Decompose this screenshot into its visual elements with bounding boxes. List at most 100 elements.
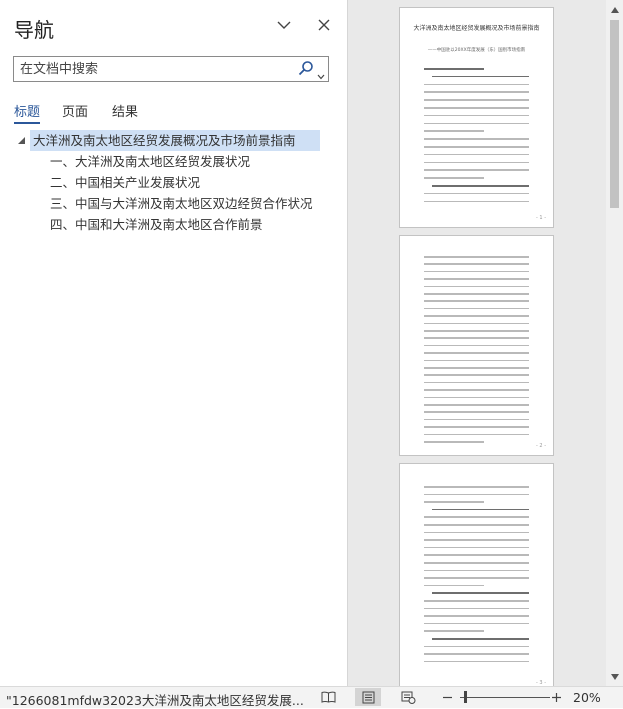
page-thumbnail-3[interactable]: - 3 - [399, 463, 554, 686]
tab-headings[interactable]: 标题 [14, 101, 40, 120]
text-line [424, 200, 529, 203]
page-number: - 2 - [536, 443, 546, 449]
text-line [424, 374, 529, 376]
text-line [424, 256, 529, 258]
heading-item-3[interactable]: 三、中国与大洋洲及南太地区双边经贸合作状况 [50, 193, 313, 214]
search-icon[interactable] [298, 60, 314, 80]
text-line [424, 539, 529, 541]
text-line [424, 615, 529, 617]
text-line [424, 546, 529, 549]
text-line [432, 638, 529, 640]
text-line [424, 381, 529, 384]
text-line [424, 107, 529, 109]
text-line [424, 577, 529, 579]
heading-item-4[interactable]: 四、中国和大洋洲及南太地区合作前景 [50, 214, 263, 235]
zoom-slider-thumb[interactable] [463, 691, 467, 703]
text-line [424, 285, 529, 288]
text-line [424, 630, 484, 632]
page-layout-icon [362, 691, 374, 703]
text-line [424, 344, 529, 347]
text-line [424, 531, 529, 534]
text-line [424, 300, 529, 302]
text-line [424, 600, 529, 602]
text-line [424, 330, 529, 332]
scroll-up-button[interactable] [608, 3, 621, 16]
tab-results[interactable]: 结果 [112, 101, 138, 120]
text-line [424, 192, 529, 195]
text-line [424, 352, 529, 354]
nav-options-button[interactable] [271, 12, 297, 38]
zoom-out-button[interactable] [441, 688, 453, 706]
page-thumbnail-2[interactable]: - 2 - [399, 235, 554, 456]
text-line [424, 91, 529, 93]
close-icon [318, 19, 330, 31]
text-line [424, 607, 529, 610]
scroll-thumb[interactable] [610, 20, 619, 208]
search-input[interactable] [14, 57, 294, 81]
text-line [424, 138, 529, 140]
active-tab-indicator [14, 122, 40, 124]
text-line [424, 396, 529, 399]
scroll-down-button[interactable] [608, 670, 621, 683]
text-line [424, 293, 529, 295]
search-dropdown-icon[interactable] [317, 65, 325, 84]
zoom-in-button[interactable] [550, 688, 562, 706]
heading-item-main[interactable]: 大洋洲及南太地区经贸发展概况及市场前景指南 [30, 130, 320, 151]
text-line [424, 270, 529, 273]
text-line [424, 99, 529, 101]
zoom-level[interactable]: 20% [573, 690, 601, 705]
web-layout-button[interactable] [398, 688, 418, 706]
web-layout-icon [401, 691, 415, 704]
text-line [424, 122, 529, 125]
text-line [424, 404, 529, 406]
text-line [424, 337, 529, 339]
vertical-scrollbar[interactable] [606, 0, 623, 686]
minus-icon [442, 696, 452, 698]
print-layout-button[interactable] [355, 688, 381, 706]
text-line [424, 359, 529, 362]
page-number: - 1 - [536, 215, 546, 221]
text-line [424, 516, 529, 518]
text-line [424, 278, 529, 280]
nav-title: 导航 [14, 18, 54, 42]
text-line [432, 592, 529, 594]
text-line [424, 554, 529, 556]
tab-pages[interactable]: 页面 [62, 101, 88, 120]
text-line [424, 433, 529, 436]
text-line [432, 185, 529, 187]
page-thumbnail-1[interactable]: 大洋洲及南太地区经贸发展概况及市场前景指南 ——中国驻以20XX年度发展（东）国… [399, 7, 554, 228]
text-line [424, 418, 529, 421]
text-line [424, 411, 529, 413]
text-line [424, 524, 529, 526]
text-line [424, 177, 484, 179]
text-line [424, 307, 529, 310]
heading-item-2[interactable]: 二、中国相关产业发展状况 [50, 172, 200, 193]
text-line [424, 169, 529, 171]
zoom-slider[interactable] [460, 697, 550, 698]
text-line [432, 508, 529, 511]
text-line [424, 493, 529, 496]
collapse-triangle-icon[interactable] [17, 136, 26, 145]
text-line [424, 486, 529, 488]
read-mode-button[interactable] [318, 688, 338, 706]
close-nav-button[interactable] [311, 12, 337, 38]
chevron-down-icon [277, 21, 291, 29]
text-line [424, 622, 529, 625]
triangle-up-icon [610, 6, 619, 13]
book-icon [321, 691, 335, 703]
document-filename: "1266081mfdw32023大洋洲及南太地区经贸发展... [6, 693, 304, 708]
text-line [424, 441, 484, 443]
text-line [424, 562, 529, 564]
text-line [424, 68, 484, 70]
text-line [424, 653, 529, 655]
text-line [424, 584, 484, 587]
page-subtitle-text: ——中国驻以20XX年度发展（东）国别市场指南 [427, 48, 526, 53]
text-line [424, 569, 529, 572]
heading-item-1[interactable]: 一、大洋洲及南太地区经贸发展状况 [50, 151, 250, 172]
text-line [424, 114, 529, 117]
page-title-text: 大洋洲及南太地区经贸发展概况及市场前景指南 [413, 25, 540, 32]
text-line [424, 161, 529, 164]
triangle-down-icon [610, 673, 619, 680]
navigation-pane: 导航 标题 页面 结果 大洋洲及南太地区经贸发展概况及市场前景指南 一、大洋洲及… [0, 0, 346, 686]
text-line [424, 263, 529, 265]
